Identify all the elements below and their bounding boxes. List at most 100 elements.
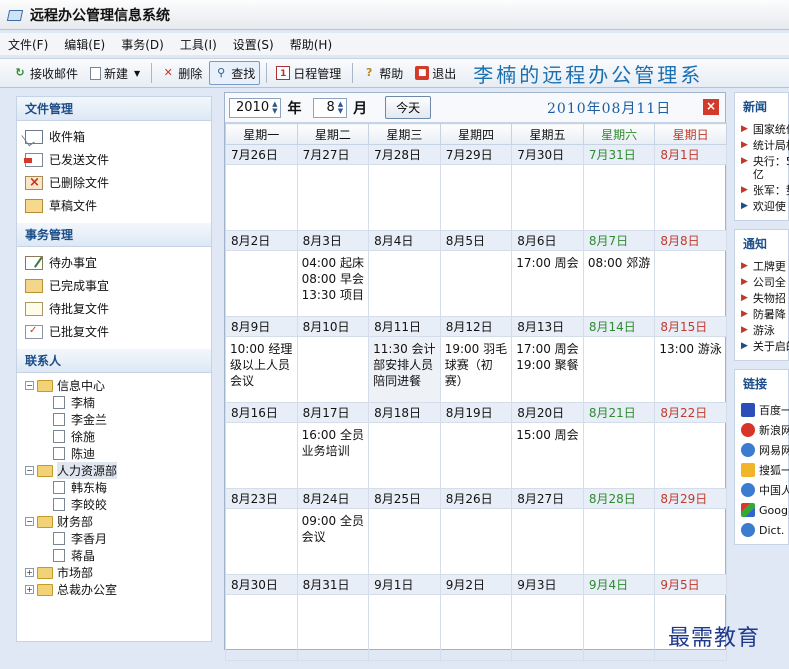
notice-item[interactable]: ▶ 关于启的通知 xyxy=(741,340,789,353)
calendar-day-cell[interactable]: 8月17日 16:00 全员业务培训 xyxy=(296,402,370,489)
link-item[interactable]: Dict. xyxy=(741,520,788,540)
dropdown-arrow-icon[interactable]: ▼ xyxy=(134,69,140,78)
pending-approval-item[interactable]: 待批复文件 xyxy=(25,297,211,320)
help-button[interactable]: ? 帮助 xyxy=(357,61,408,85)
calendar-day-cell[interactable]: 8月7日 08:00 郊游 xyxy=(582,230,656,317)
tree-contact[interactable]: 徐施 xyxy=(25,428,211,445)
calendar-day-cell[interactable]: 8月16日 xyxy=(225,402,298,489)
news-item[interactable]: ▶ 张军：势未发 xyxy=(741,184,789,197)
tree-contact[interactable]: 韩东梅 xyxy=(25,479,211,496)
calendar-day-cell[interactable]: 8月13日 17:00 周会 19:00 聚餐 xyxy=(511,316,584,403)
link-item[interactable]: 中国人 xyxy=(741,480,789,500)
calendar-day-cell[interactable]: 7月29日 xyxy=(439,144,513,231)
calendar-day-cell[interactable]: 8月2日 xyxy=(225,230,298,317)
menu-edit[interactable]: 编辑(E) xyxy=(56,36,113,53)
todo-item[interactable]: 待办事宜 xyxy=(25,251,211,274)
news-item[interactable]: ▶ 国家统价格同 xyxy=(741,123,789,136)
calendar-day-cell[interactable]: 8月29日 xyxy=(654,488,727,575)
news-item[interactable]: ▶ 统计局格同比 xyxy=(741,139,789,152)
calendar-day-cell[interactable]: 8月19日 xyxy=(439,402,513,489)
calendar-day-cell[interactable]: 8月8日 xyxy=(654,230,727,317)
calendar-day-cell[interactable]: 8月14日 xyxy=(582,316,656,403)
link-item[interactable]: Google xyxy=(741,500,789,520)
find-button[interactable]: ⚲ 查找 xyxy=(209,61,261,85)
close-icon[interactable]: × xyxy=(703,99,719,115)
calendar-day-cell[interactable]: 8月1日 xyxy=(654,144,727,231)
today-button[interactable]: 今天 xyxy=(385,96,432,119)
menu-file[interactable]: 文件(F) xyxy=(0,36,56,53)
schedule-button[interactable]: 1 日程管理 xyxy=(271,61,346,85)
link-item[interactable]: 百度一 xyxy=(741,400,789,420)
calendar-day-cell[interactable]: 8月24日 09:00 全员会议 xyxy=(296,488,370,575)
notice-item[interactable]: ▶ 游泳 xyxy=(741,324,789,337)
calendar-day-cell[interactable]: 8月26日 xyxy=(439,488,513,575)
delete-button[interactable]: ✕ 删除 xyxy=(156,61,207,85)
expand-icon[interactable]: + xyxy=(25,585,34,594)
calendar-day-cell[interactable]: 7月28日 xyxy=(368,144,441,231)
notice-item[interactable]: ▶ 工牌更 xyxy=(741,260,789,273)
receive-mail-button[interactable]: ↻ 接收邮件 xyxy=(8,61,83,85)
calendar-day-cell[interactable]: 8月5日 xyxy=(439,230,513,317)
tree-contact[interactable]: 李皎皎 xyxy=(25,496,211,513)
collapse-icon[interactable]: − xyxy=(25,466,34,475)
inbox-item[interactable]: 收件箱 xyxy=(25,125,211,148)
new-button[interactable]: 新建 ▼ xyxy=(85,61,145,85)
calendar-day-cell[interactable]: 8月11日 11:30 会计部安排人员陪同进餐 xyxy=(368,316,441,403)
tree-group[interactable]: + 市场部 xyxy=(25,564,211,581)
link-item[interactable]: 新浪网 xyxy=(741,420,789,440)
tree-group[interactable]: + 总裁办公室 xyxy=(25,581,211,598)
tree-contact[interactable]: 李香月 xyxy=(25,530,211,547)
news-item[interactable]: ▶ 欢迎使 xyxy=(741,200,789,213)
calendar-day-cell[interactable]: 9月3日 xyxy=(511,574,584,661)
collapse-icon[interactable]: − xyxy=(25,381,34,390)
sent-item[interactable]: 已发送文件 xyxy=(24,148,211,171)
calendar-day-cell[interactable]: 8月31日 xyxy=(296,574,370,661)
tree-contact[interactable]: 陈迪 xyxy=(25,445,211,462)
calendar-day-cell[interactable]: 8月10日 xyxy=(296,316,370,403)
spinner-arrows-icon[interactable]: ▲ ▼ xyxy=(272,100,277,115)
menu-affairs[interactable]: 事务(D) xyxy=(113,36,172,53)
contacts-header[interactable]: 联系人 xyxy=(17,349,211,373)
calendar-day-cell[interactable]: 8月18日 xyxy=(368,402,441,489)
calendar-day-cell[interactable]: 8月28日 xyxy=(582,488,656,575)
calendar-day-cell[interactable]: 8月15日 13:00 游泳 xyxy=(654,316,727,403)
tree-contact[interactable]: 蒋晶 xyxy=(25,547,211,564)
calendar-day-cell[interactable]: 7月27日 xyxy=(296,144,370,231)
calendar-day-cell[interactable]: 7月30日 xyxy=(511,144,584,231)
calendar-day-cell[interactable]: 8月23日 xyxy=(225,488,298,575)
notice-item[interactable]: ▶ 防暑降 xyxy=(741,308,789,321)
calendar-day-cell[interactable]: 8月27日 xyxy=(511,488,584,575)
link-item[interactable]: 搜狐一 xyxy=(741,460,789,480)
calendar-day-cell[interactable]: 8月21日 xyxy=(582,402,656,489)
calendar-day-cell[interactable]: 8月6日 17:00 周会 xyxy=(511,230,584,317)
calendar-day-cell[interactable]: 8月22日 xyxy=(654,402,727,489)
news-item[interactable]: ▶ 央行：5328亿 xyxy=(741,155,789,181)
tree-group[interactable]: − 信息中心 xyxy=(25,377,211,394)
calendar-day-cell[interactable]: 8月12日 19:00 羽毛球赛（初赛） xyxy=(439,316,513,403)
calendar-day-cell[interactable]: 8月9日 10:00 经理级以上人员会议 xyxy=(225,316,298,403)
menu-help[interactable]: 帮助(H) xyxy=(282,36,340,53)
calendar-day-cell[interactable]: 8月4日 xyxy=(368,230,441,317)
deleted-item[interactable]: 已删除文件 xyxy=(25,171,211,194)
notice-item[interactable]: ▶ 失物招 xyxy=(741,292,789,305)
calendar-day-cell[interactable]: 9月1日 xyxy=(368,574,441,661)
month-spinner[interactable]: 8 ▲ ▼ xyxy=(313,97,348,118)
completed-item[interactable]: 已完成事宜 xyxy=(25,274,211,297)
expand-icon[interactable]: + xyxy=(25,568,34,577)
calendar-day-cell[interactable]: 8月3日 04:00 起床 08:00 早会 13:30 项目 xyxy=(296,230,370,317)
spinner-arrows-icon[interactable]: ▲ ▼ xyxy=(338,100,343,115)
year-spinner[interactable]: 2010 ▲ ▼ xyxy=(229,97,282,118)
notice-item[interactable]: ▶ 公司全 xyxy=(741,276,789,289)
tree-group[interactable]: − 人力资源部 xyxy=(25,462,211,479)
tree-group[interactable]: − 财务部 xyxy=(25,513,211,530)
calendar-day-cell[interactable]: 8月20日 15:00 周会 xyxy=(511,402,584,489)
calendar-day-cell[interactable]: 9月4日 xyxy=(582,574,656,661)
file-management-header[interactable]: 文件管理 xyxy=(17,97,211,121)
calendar-day-cell[interactable]: 8月30日 xyxy=(225,574,298,661)
collapse-icon[interactable]: − xyxy=(25,517,34,526)
tree-contact[interactable]: 李楠 xyxy=(25,394,211,411)
calendar-day-cell[interactable]: 7月31日 xyxy=(582,144,656,231)
exit-button[interactable]: ■ 退出 xyxy=(410,61,461,85)
calendar-day-cell[interactable]: 7月26日 xyxy=(225,144,298,231)
link-item[interactable]: 网易网 xyxy=(741,440,789,460)
